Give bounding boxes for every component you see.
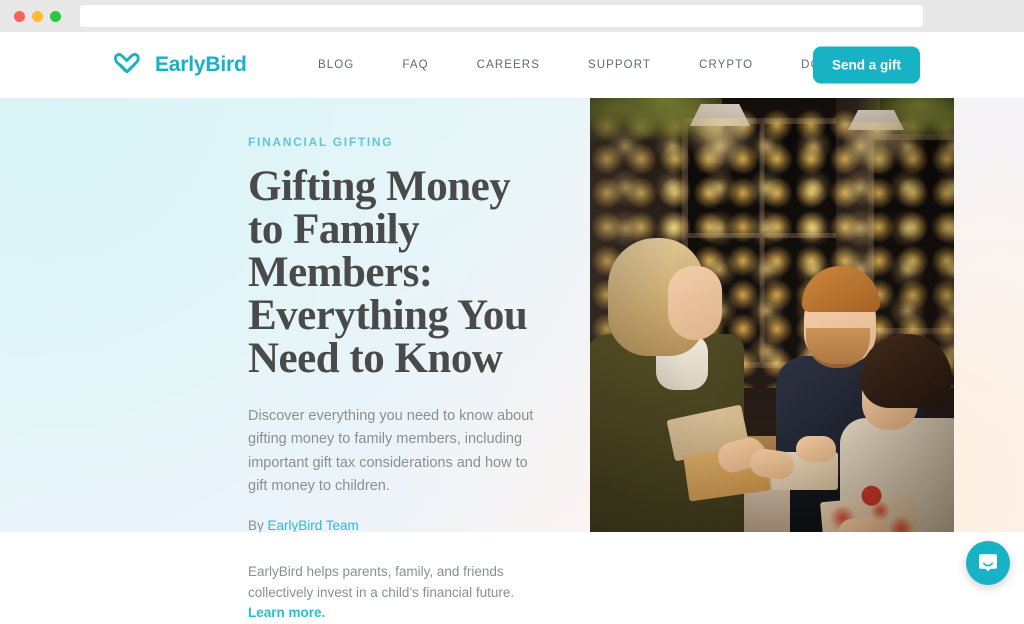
byline-author-link[interactable]: EarlyBird Team: [268, 518, 359, 532]
url-bar[interactable]: [80, 5, 923, 27]
scene-vignette: [590, 98, 954, 532]
window-traffic-lights: [14, 11, 61, 22]
minimize-window-button[interactable]: [32, 11, 43, 22]
earlybird-blurb: EarlyBird helps parents, family, and fri…: [248, 562, 548, 624]
article-category-eyebrow: FINANCIAL GIFTING: [248, 135, 548, 149]
nav-item-faq[interactable]: FAQ: [378, 59, 452, 71]
site-logo[interactable]: EarlyBird: [110, 52, 247, 78]
article-byline: By EarlyBird Team Last updated: Septembe…: [248, 516, 548, 532]
earlybird-heart-logo-icon: [110, 52, 146, 78]
nav-item-blog[interactable]: BLOG: [318, 59, 378, 71]
article-description: Discover everything you need to know abo…: [248, 405, 540, 499]
browser-chrome: [0, 0, 1024, 32]
byline-prefix: By: [248, 518, 268, 532]
maximize-window-button[interactable]: [50, 11, 61, 22]
hero-section: FINANCIAL GIFTING Gifting Money to Famil…: [0, 98, 1024, 532]
nav-item-support[interactable]: SUPPORT: [564, 59, 675, 71]
hero-image-scene: [590, 98, 954, 532]
learn-more-link[interactable]: Learn more.: [248, 605, 325, 620]
blurb-text: EarlyBird helps parents, family, and fri…: [248, 564, 514, 600]
page-title: Gifting Money to Family Members: Everyth…: [248, 165, 548, 380]
intercom-chat-launcher[interactable]: [966, 541, 1010, 585]
chat-bubble-icon: [976, 551, 1000, 575]
nav-item-careers[interactable]: CAREERS: [453, 59, 564, 71]
site-logo-text: EarlyBird: [155, 53, 247, 77]
site-header: EarlyBird BLOG FAQ CAREERS SUPPORT CRYPT…: [0, 32, 1024, 98]
hero-text-block: FINANCIAL GIFTING Gifting Money to Famil…: [248, 135, 548, 532]
send-a-gift-button[interactable]: Send a gift: [813, 47, 920, 84]
close-window-button[interactable]: [14, 11, 25, 22]
hero-image-family-gifting: [590, 98, 954, 532]
nav-item-crypto[interactable]: CRYPTO: [675, 59, 777, 71]
